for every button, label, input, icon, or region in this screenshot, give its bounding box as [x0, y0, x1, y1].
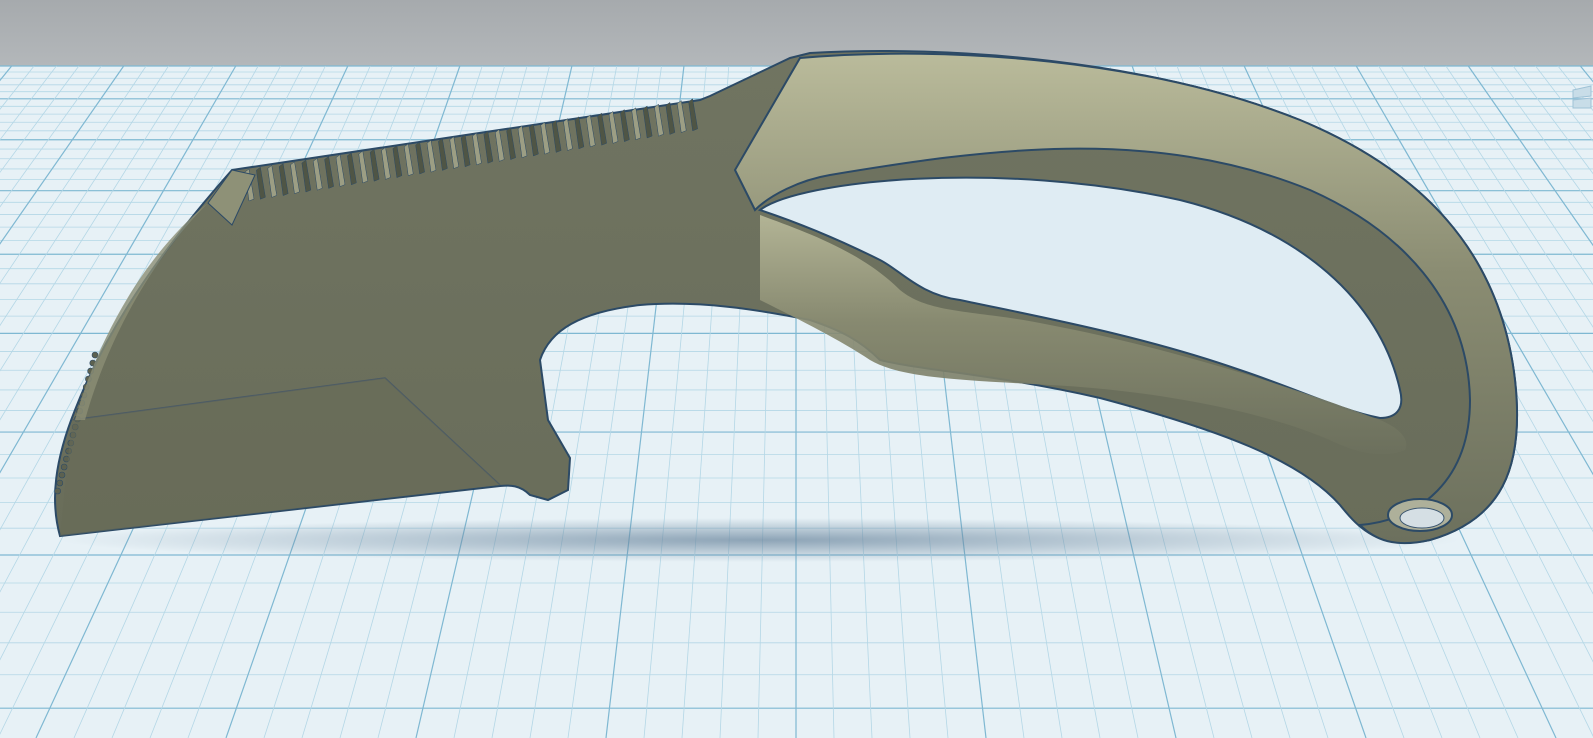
model-shadow: [60, 518, 1460, 562]
edge-serration: [60, 463, 68, 471]
3d-viewport[interactable]: [0, 0, 1593, 738]
edge-serration: [91, 351, 99, 359]
view-cube-icon[interactable]: [1571, 84, 1593, 110]
lanyard-hole-inner: [1399, 507, 1445, 529]
edge-serration: [58, 471, 66, 479]
edge-serration: [54, 487, 61, 495]
edge-serration: [56, 479, 64, 487]
